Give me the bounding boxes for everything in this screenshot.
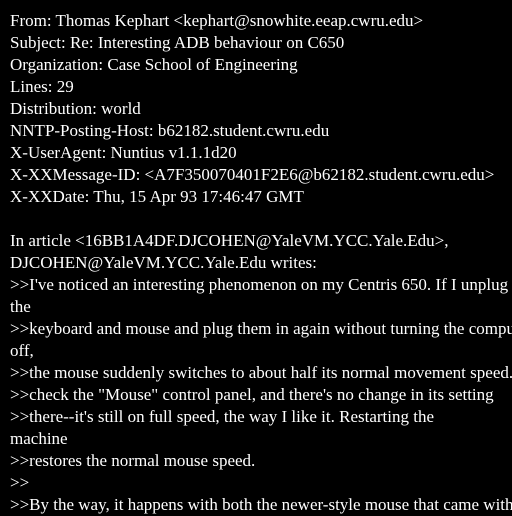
header-distribution: Distribution: world [10, 99, 141, 118]
body-line: DJCOHEN@YaleVM.YCC.Yale.Edu writes: [10, 253, 317, 272]
body-line: off, [10, 341, 34, 360]
body-line: machine [10, 429, 68, 448]
header-organization: Organization: Case School of Engineering [10, 55, 298, 74]
header-subject: Subject: Re: Interesting ADB behaviour o… [10, 33, 345, 52]
body-line: the [10, 297, 31, 316]
header-date: X-XXDate: Thu, 15 Apr 93 17:46:47 GMT [10, 187, 304, 206]
body-line: >> [10, 473, 30, 492]
body-line: >>restores the normal mouse speed. [10, 451, 256, 470]
body-line: >>there--it's still on full speed, the w… [10, 407, 435, 426]
header-user-agent: X-UserAgent: Nuntius v1.1.1d20 [10, 143, 237, 162]
header-message-id: X-XXMessage-ID: <A7F350070401F2E6@b62182… [10, 165, 495, 184]
header-lines: Lines: 29 [10, 77, 74, 96]
header-posting-host: NNTP-Posting-Host: b62182.student.cwru.e… [10, 121, 330, 140]
body-line: >>I've noticed an interesting phenomenon… [10, 275, 509, 294]
body-line: >>keyboard and mouse and plug them in ag… [10, 319, 512, 338]
body-line: In article <16BB1A4DF.DJCOHEN@YaleVM.YCC… [10, 231, 449, 250]
body-line: >>By the way, it happens with both the n… [10, 495, 512, 514]
body-line: >>the mouse suddenly switches to about h… [10, 363, 512, 382]
message-document: From: Thomas Kephart <kephart@snowhite.e… [10, 10, 512, 516]
header-from: From: Thomas Kephart <kephart@snowhite.e… [10, 11, 424, 30]
header-body-separator [10, 208, 512, 230]
body-line: >>check the "Mouse" control panel, and t… [10, 385, 494, 404]
